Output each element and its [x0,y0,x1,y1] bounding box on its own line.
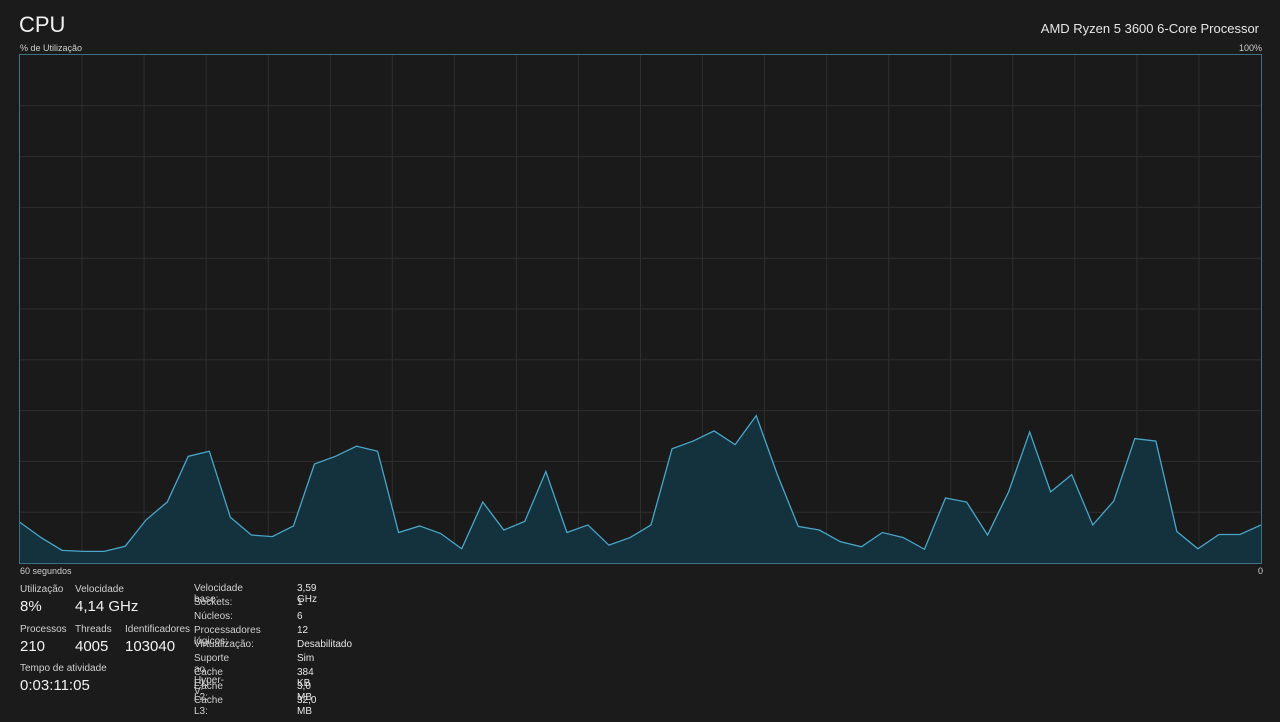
stat-processos-value: 210 [20,638,46,655]
graph-y-label: % de Utilização [20,43,83,53]
stat-tempo-atividade-value: 0:03:11:05 [20,677,90,694]
graph-x-left-label: 60 segundos [20,566,72,576]
stat-threads: Threads 4005 [75,624,112,655]
detail-value: 12 [297,625,309,636]
stat-tempo-atividade: Tempo de atividade 0:03:11:05 [20,663,107,694]
detail-key: Sockets: [194,597,233,608]
detail-value: 32,0 MB [297,695,317,717]
detail-key: Virtualização: [194,639,254,650]
stat-utilizacao: Utilização 8% [20,584,63,615]
stat-identificadores-label: Identificadores [125,624,191,635]
stat-velocidade-value: 4,14 GHz [75,598,139,615]
stat-identificadores: Identificadores 103040 [125,624,190,655]
detail-value: 1 [297,597,303,608]
detail-key: Núcleos: [194,611,233,622]
detail-value: Sim [297,653,315,664]
stat-utilizacao-value: 8% [20,598,42,615]
stat-velocidade: Velocidade 4,14 GHz [75,584,138,615]
cpu-utilization-graph [19,54,1262,564]
stat-processos: Processos 210 [20,624,67,655]
stat-tempo-atividade-label: Tempo de atividade [20,663,107,674]
cpu-utilization-chart [20,55,1261,563]
stat-threads-value: 4005 [75,638,109,655]
stat-identificadores-value: 103040 [125,638,176,655]
graph-x-right-label: 0 [1257,566,1263,576]
stat-processos-label: Processos [20,624,67,635]
processor-name: AMD Ryzen 5 3600 6-Core Processor [1040,21,1259,36]
detail-value: Desabilitado [297,639,353,650]
detail-key: Cache L3: [194,695,223,717]
stat-utilizacao-label: Utilização [20,584,64,595]
detail-value: 6 [297,611,303,622]
stat-threads-label: Threads [75,624,112,635]
page-title: CPU [19,12,66,37]
graph-y-max-label: 100% [1238,43,1262,53]
stat-velocidade-label: Velocidade [75,584,124,595]
